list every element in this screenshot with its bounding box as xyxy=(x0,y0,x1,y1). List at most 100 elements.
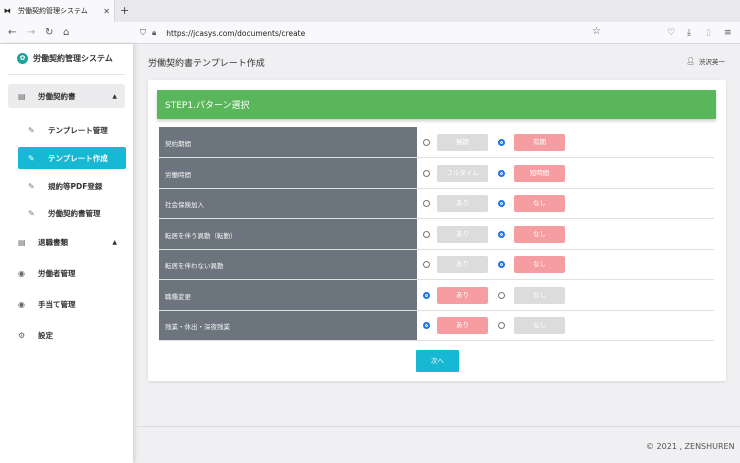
option-b-chip[interactable]: なし xyxy=(514,195,565,212)
option-a-chip[interactable]: あり xyxy=(437,195,488,212)
forward-icon[interactable]: → xyxy=(27,26,35,40)
option-row: 職種変更 あり なし xyxy=(159,280,714,311)
extension-icon[interactable]: ▯ xyxy=(706,27,711,39)
tab-title: 労働契約管理システム xyxy=(18,7,88,15)
pencil-icon: ✎ xyxy=(28,208,35,218)
favicon-icon: ⧓ xyxy=(4,7,11,15)
option-b-chip[interactable]: なし xyxy=(514,286,565,304)
url-text[interactable]: https://jcasys.com/documents/create xyxy=(166,29,305,38)
option-a-chip[interactable]: あり xyxy=(437,225,488,243)
back-icon[interactable]: ← xyxy=(8,26,16,40)
user-icon: ◉ xyxy=(18,268,25,278)
sidebar-item-settings[interactable]: ⚙ 設定 xyxy=(8,323,125,347)
option-b-radio[interactable] xyxy=(498,230,505,238)
option-b-chip[interactable]: なし xyxy=(514,256,565,273)
option-b-radio[interactable] xyxy=(498,169,505,177)
sidebar-item-label: テンプレート管理 xyxy=(48,125,108,135)
option-a-radio[interactable] xyxy=(423,139,430,146)
next-button[interactable]: 次へ xyxy=(416,350,459,372)
option-b-radio[interactable] xyxy=(498,322,505,329)
pattern-card: STEP1.パターン選択 契約期間 無期 有期 労働時間 フルタイム 短時間 社会保険加入あ… xyxy=(148,80,726,381)
option-label: 職種変更 xyxy=(165,292,191,301)
option-b-chip[interactable]: 有期 xyxy=(514,134,565,151)
sidebar-item-template-management[interactable]: ✎ テンプレート管理 xyxy=(18,119,126,141)
option-b-radio[interactable] xyxy=(498,261,505,268)
pocket-icon[interactable]: ♡ xyxy=(667,27,675,39)
browser-tab[interactable]: ⧓ 労働契約管理システム ✕ xyxy=(0,0,115,22)
page-title: 労働契約書テンプレート作成 xyxy=(148,59,265,69)
brand-name: 労働契約管理システム xyxy=(33,54,113,63)
step-header-title: STEP1.パターン選択 xyxy=(165,101,250,111)
option-a-chip[interactable]: フルタイム xyxy=(437,164,488,182)
option-row: 契約期間 無期 有期 xyxy=(159,127,714,158)
option-a-radio[interactable] xyxy=(423,200,430,207)
option-b-chip[interactable]: なし xyxy=(514,317,565,334)
sidebar-item-worker-management[interactable]: ◉ 労働者管理 xyxy=(8,261,125,285)
sidebar-item-pdf-register[interactable]: ✎ 規約等PDF登録 xyxy=(18,175,126,197)
option-row: 転居を伴わない異動 あり なし xyxy=(159,249,714,280)
option-a-radio[interactable] xyxy=(423,230,430,238)
home-icon[interactable]: ⌂ xyxy=(63,26,69,40)
user-icon: ◉ xyxy=(18,299,25,309)
caret-up-icon: ▲ xyxy=(112,238,117,246)
option-label: 転居を伴う異動（転勤） xyxy=(165,231,237,240)
sidebar-item-allowance-management[interactable]: ◉ 手当て管理 xyxy=(8,292,125,316)
option-b-radio[interactable] xyxy=(498,139,505,146)
pencil-icon: ✎ xyxy=(28,181,35,191)
pencil-icon: ✎ xyxy=(28,153,35,163)
menu-icon[interactable]: ≡ xyxy=(724,27,732,39)
sidebar: ✿ 労働契約管理システム ▤ 労働契約書 ▲ ✎ テンプレート管理 ✎ テンプレ… xyxy=(0,44,133,463)
browser-tab-bar: ⧓ 労働契約管理システム ✕ + xyxy=(0,0,740,22)
footer-divider xyxy=(133,426,740,427)
step-header: STEP1.パターン選択 xyxy=(157,90,716,119)
address-bar[interactable]: ⛉ 🔒︎ https://jcasys.com/documents/create… xyxy=(140,25,607,41)
document-icon: ▤ xyxy=(18,237,26,247)
user-menu[interactable]: 👤︎ 渋沢英一 xyxy=(686,56,725,66)
caret-up-icon: ▲ xyxy=(112,92,117,100)
sidebar-group-labor-contract[interactable]: ▤ 労働契約書 ▲ xyxy=(8,84,125,108)
sidebar-item-contract-management[interactable]: ✎ 労働契約書管理 xyxy=(18,202,126,224)
option-row: 労働時間 フルタイム 短時間 xyxy=(159,158,714,189)
browser-nav-bar: ← → ↻ ⌂ ⛉ 🔒︎ https://jcasys.com/document… xyxy=(0,22,740,44)
option-a-chip[interactable]: あり xyxy=(437,256,488,273)
sidebar-divider xyxy=(8,74,125,75)
close-tab-icon[interactable]: ✕ xyxy=(103,7,110,16)
sidebar-item-label: 手当て管理 xyxy=(38,299,76,309)
sidebar-item-label: 設定 xyxy=(38,330,53,340)
download-icon[interactable]: ⤓ xyxy=(687,27,691,39)
option-a-chip[interactable]: 無期 xyxy=(437,134,488,151)
option-b-chip[interactable]: なし xyxy=(514,225,565,243)
user-name: 渋沢英一 xyxy=(698,58,725,66)
option-a-radio[interactable] xyxy=(423,261,430,268)
option-label: 残業・休出・深夜残業 xyxy=(165,323,230,331)
logo-icon: ✿ xyxy=(17,53,28,64)
option-b-chip[interactable]: 短時間 xyxy=(514,164,565,182)
sidebar-item-label: 労働者管理 xyxy=(38,268,76,278)
new-tab-button[interactable]: + xyxy=(120,4,129,18)
sidebar-item-label: 労働契約書 xyxy=(38,91,76,101)
sidebar-item-template-create[interactable]: ✎ テンプレート作成 xyxy=(18,147,126,169)
option-label: 契約期間 xyxy=(165,140,191,148)
option-a-radio[interactable] xyxy=(423,322,430,329)
sidebar-item-label: 労働契約書管理 xyxy=(48,208,101,218)
option-label: 転居を伴わない異動 xyxy=(165,262,224,270)
lock-icon[interactable]: 🔒︎ xyxy=(152,28,156,38)
option-a-chip[interactable]: あり xyxy=(437,286,488,304)
option-a-radio[interactable] xyxy=(423,169,430,177)
sidebar-item-label: テンプレート作成 xyxy=(48,153,108,163)
bookmark-star-icon[interactable]: ☆ xyxy=(592,26,601,37)
option-label: 社会保険加入 xyxy=(165,201,204,209)
sidebar-item-label: 退職書類 xyxy=(38,237,68,247)
gear-icon: ⚙ xyxy=(18,330,26,340)
option-b-radio[interactable] xyxy=(498,200,505,207)
reload-icon[interactable]: ↻ xyxy=(45,26,53,40)
option-label: 労働時間 xyxy=(165,170,191,179)
option-row: 社会保険加入 あり なし xyxy=(159,188,714,219)
brand[interactable]: ✿ 労働契約管理システム xyxy=(17,53,113,64)
option-a-chip[interactable]: あり xyxy=(437,317,488,334)
shield-icon[interactable]: ⛉ xyxy=(140,28,146,38)
option-a-radio[interactable] xyxy=(423,291,430,299)
option-b-radio[interactable] xyxy=(498,291,505,299)
sidebar-group-retirement-docs[interactable]: ▤ 退職書類 ▲ xyxy=(8,230,125,254)
option-row: 転居を伴う異動（転勤） あり なし xyxy=(159,219,714,250)
